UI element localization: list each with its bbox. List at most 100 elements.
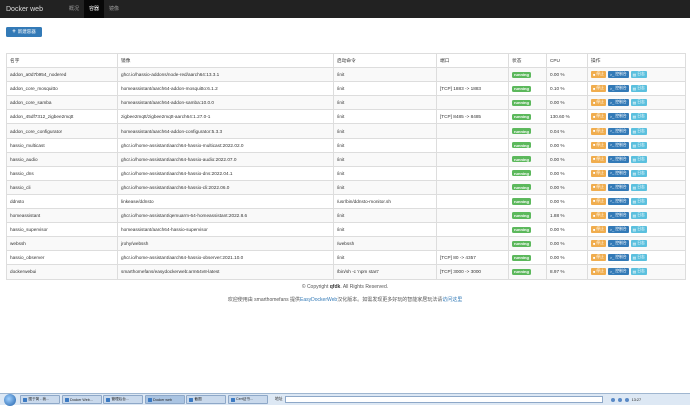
cell-status: running: [508, 250, 547, 266]
status-badge: running: [512, 268, 531, 276]
cell-ports: [436, 179, 509, 195]
cell-name: homeassistant: [6, 208, 118, 224]
stop-button[interactable]: ■ 停止: [591, 113, 606, 121]
cell-actions: ■ 停止 >_ 控制台 ▤ 日志: [587, 81, 686, 97]
stop-button[interactable]: ■ 停止: [591, 240, 606, 248]
table-row: hassio_multicast ghcr.io/home-assistant/a…: [6, 137, 686, 153]
log-button[interactable]: ▤ 日志: [630, 197, 647, 205]
table-row: addon_a0d7b954_nodered ghcr.io/hassio-add…: [6, 67, 686, 83]
log-button[interactable]: ▤ 日志: [630, 71, 647, 79]
network-icon[interactable]: [610, 397, 615, 402]
log-icon: ▤: [632, 228, 637, 233]
stop-button[interactable]: ■ 停止: [591, 197, 606, 205]
cell-image: linkease/ddnsto: [117, 193, 334, 210]
start-orb-icon[interactable]: [4, 393, 16, 406]
stop-button[interactable]: ■ 停止: [591, 85, 606, 93]
cell-cpu: 0.00 %: [546, 151, 588, 167]
console-button[interactable]: >_ 控制台: [607, 85, 629, 93]
console-button[interactable]: >_ 控制台: [607, 127, 629, 135]
stop-button[interactable]: ■ 停止: [591, 71, 606, 79]
taskbar-window-button[interactable]: Docker web: [144, 395, 185, 404]
stop-button[interactable]: ■ 停止: [591, 212, 606, 220]
taskbar-window-button[interactable]: Cert证书...: [227, 395, 268, 404]
console-button[interactable]: >_ 控制台: [607, 268, 629, 276]
cell-status: running: [508, 151, 547, 167]
nav-overview[interactable]: 概况: [64, 0, 84, 18]
stop-button[interactable]: ■ 停止: [591, 268, 606, 276]
stop-button[interactable]: ■ 停止: [591, 99, 606, 107]
cell-image: ghcr.io/home-assistant/aarch64-hassio-dn…: [117, 165, 334, 181]
user-icon[interactable]: [624, 397, 629, 402]
stop-button[interactable]: ■ 停止: [591, 141, 606, 149]
console-button[interactable]: >_ 控制台: [607, 141, 629, 149]
address-label: 地址: [275, 397, 283, 401]
cell-actions: ■ 停止 >_ 控制台 ▤ 日志: [587, 151, 686, 167]
terminal-icon: >_: [609, 185, 615, 190]
console-button[interactable]: >_ 控制台: [607, 71, 629, 79]
nav-containers[interactable]: 容器: [84, 0, 105, 18]
console-button[interactable]: >_ 控制台: [607, 197, 629, 205]
taskbar-window-button[interactable]: Docker Web...: [61, 395, 102, 404]
create-container-button[interactable]: + 新建容器: [6, 27, 42, 37]
console-button[interactable]: >_ 控制台: [607, 212, 629, 220]
cell-cpu: 8.97 %: [546, 264, 588, 280]
cell-ports: [TCP] 3000 -> 3000: [436, 264, 509, 280]
cell-image: ghcr.io/home-assistant/aarch64-hassio-mu…: [117, 137, 334, 153]
log-button[interactable]: ▤ 日志: [630, 254, 647, 262]
stop-button[interactable]: ■ 停止: [591, 183, 606, 191]
log-icon: ▤: [632, 73, 637, 78]
nav-images[interactable]: 镜像: [104, 0, 124, 18]
log-button[interactable]: ▤ 日志: [630, 169, 647, 177]
log-button[interactable]: ▤ 日志: [630, 99, 647, 107]
header-ports: 端口: [436, 52, 509, 69]
cell-status: running: [508, 81, 547, 97]
easydockerweb-link[interactable]: EasyDockerWeb: [300, 297, 337, 303]
stop-button[interactable]: ■ 停止: [591, 155, 606, 163]
table-row: hassio_audio ghcr.io/home-assistant/aarch…: [6, 151, 686, 167]
log-button[interactable]: ▤ 日志: [630, 85, 647, 93]
stop-button[interactable]: ■ 停止: [591, 226, 606, 234]
address-bar-input[interactable]: [284, 396, 603, 403]
log-button[interactable]: ▤ 日志: [630, 141, 647, 149]
stop-button[interactable]: ■ 停止: [591, 127, 606, 135]
taskbar-window-button[interactable]: 截图: [186, 395, 226, 404]
console-button[interactable]: >_ 控制台: [607, 113, 629, 121]
log-button[interactable]: ▤ 日志: [630, 240, 647, 248]
terminal-icon: >_: [609, 100, 615, 105]
stop-icon: ■: [593, 72, 596, 77]
status-badge: running: [512, 113, 531, 121]
taskbar-window-button[interactable]: 图于简 - 我...: [20, 395, 60, 404]
footer-note: 欢迎使用由 smarthomefans 提供EasyDockerWeb汉化版本。…: [227, 297, 463, 303]
log-button[interactable]: ▤ 日志: [630, 113, 647, 121]
volume-icon[interactable]: [617, 397, 622, 402]
console-button[interactable]: >_ 控制台: [607, 183, 629, 191]
log-button[interactable]: ▤ 日志: [630, 226, 647, 234]
stop-icon: ■: [593, 100, 596, 105]
console-button[interactable]: >_ 控制台: [607, 169, 629, 177]
log-icon: ▤: [632, 171, 637, 176]
cell-image: jrohy/webssh: [117, 236, 334, 252]
console-button[interactable]: >_ 控制台: [607, 155, 629, 163]
log-button[interactable]: ▤ 日志: [630, 212, 647, 220]
cell-cpu: 1.88 %: [546, 208, 588, 224]
cell-command: /init: [333, 81, 437, 97]
cell-image: homeassistant/aarch64-addon-mosquitto:6.…: [117, 81, 334, 97]
log-button[interactable]: ▤ 日志: [630, 127, 647, 135]
console-button[interactable]: >_ 控制台: [607, 226, 629, 234]
visit-here-link[interactable]: 访问这里: [442, 297, 462, 303]
cell-image: smarthomefans/easydockerweb:arm64v8-late…: [117, 264, 334, 280]
cell-name: addon_45df7312_zigbee2mqtt: [6, 109, 118, 125]
stop-button[interactable]: ■ 停止: [591, 254, 606, 262]
log-button[interactable]: ▤ 日志: [630, 183, 647, 191]
log-button[interactable]: ▤ 日志: [630, 268, 647, 276]
log-button[interactable]: ▤ 日志: [630, 155, 647, 163]
console-button[interactable]: >_ 控制台: [607, 254, 629, 262]
table-row: hassio_dns ghcr.io/home-assistant/aarch64…: [6, 165, 686, 181]
console-button[interactable]: >_ 控制台: [607, 99, 629, 107]
window-icon: [64, 397, 69, 402]
taskbar-window-button[interactable]: 管理后台...: [103, 395, 143, 404]
cell-command: /webssh: [333, 236, 437, 252]
brand-title[interactable]: Docker web: [0, 6, 64, 13]
console-button[interactable]: >_ 控制台: [607, 240, 629, 248]
stop-button[interactable]: ■ 停止: [591, 169, 606, 177]
